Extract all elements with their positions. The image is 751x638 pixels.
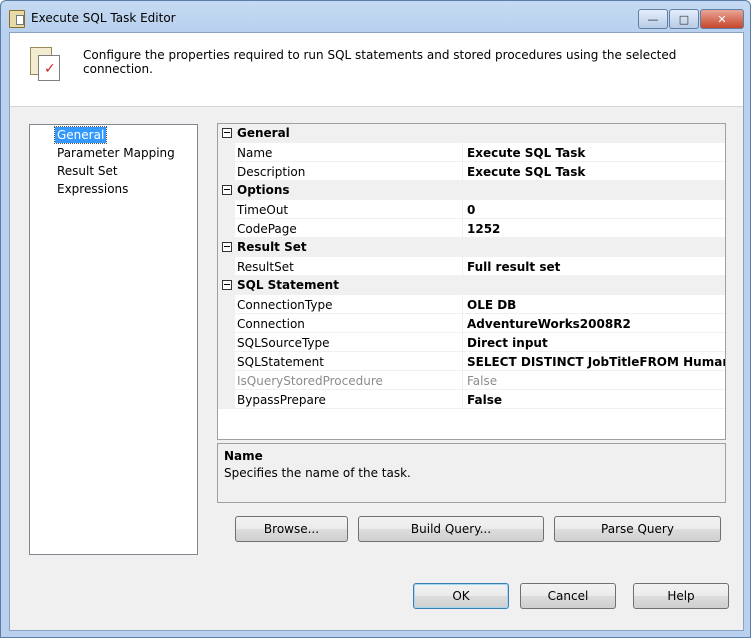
nav-item-parameter-mapping[interactable]: Parameter Mapping <box>55 145 177 161</box>
maximize-button[interactable]: □ <box>669 9 699 29</box>
help-button[interactable]: Help <box>633 583 729 609</box>
description-text: Specifies the name of the task. <box>224 466 411 480</box>
description-title: Name <box>224 449 263 463</box>
property-name: BypassPrepare <box>237 393 326 407</box>
cancel-button[interactable]: Cancel <box>520 583 616 609</box>
property-row-name[interactable]: Name Execute SQL Task <box>218 143 725 162</box>
property-value[interactable]: 1252 <box>467 222 500 236</box>
property-value[interactable]: OLE DB <box>467 298 516 312</box>
property-row-bypassprepare[interactable]: BypassPrepare False <box>218 390 725 409</box>
property-value[interactable]: 0 <box>467 203 475 217</box>
property-row-resultset[interactable]: ResultSet Full result set <box>218 257 725 276</box>
header-panel: ✓ Configure the properties required to r… <box>10 33 743 107</box>
category-label: SQL Statement <box>237 278 339 292</box>
minimize-button[interactable]: — <box>638 9 668 29</box>
category-label: Result Set <box>237 240 307 254</box>
property-value[interactable]: Full result set <box>467 260 560 274</box>
property-row-timeout[interactable]: TimeOut 0 <box>218 200 725 219</box>
nav-item-general[interactable]: General <box>53 126 108 144</box>
property-value[interactable]: Execute SQL Task <box>467 146 585 160</box>
page-navigation-list: General Parameter Mapping Result Set Exp… <box>29 124 198 555</box>
nav-item-result-set[interactable]: Result Set <box>55 163 120 179</box>
collapse-icon[interactable] <box>222 242 232 252</box>
property-name: ResultSet <box>237 260 294 274</box>
task-editor-icon <box>9 10 25 28</box>
property-name: Name <box>237 146 273 160</box>
browse-button[interactable]: Browse... <box>235 516 348 542</box>
property-name: IsQueryStoredProcedure <box>237 374 383 388</box>
execute-sql-task-icon: ✓ <box>30 47 60 81</box>
ok-button[interactable]: OK <box>413 583 509 609</box>
title-bar[interactable]: Execute SQL Task Editor — □ ✕ <box>1 1 750 33</box>
close-button[interactable]: ✕ <box>700 9 744 29</box>
property-description-panel: Name Specifies the name of the task. <box>217 443 726 503</box>
category-label: Options <box>237 183 290 197</box>
property-value: False <box>467 374 498 388</box>
dialog-client: ✓ Configure the properties required to r… <box>9 32 744 631</box>
build-query-button[interactable]: Build Query... <box>358 516 544 542</box>
parse-query-button[interactable]: Parse Query <box>554 516 721 542</box>
property-row-description[interactable]: Description Execute SQL Task <box>218 162 725 181</box>
property-row-connection[interactable]: Connection AdventureWorks2008R2 <box>218 314 725 333</box>
category-result-set: Result Set <box>218 238 725 257</box>
property-value[interactable]: Execute SQL Task <box>467 165 585 179</box>
property-name: CodePage <box>237 222 297 236</box>
collapse-icon[interactable] <box>222 280 232 290</box>
property-row-connectiontype[interactable]: ConnectionType OLE DB <box>218 295 725 314</box>
property-value[interactable]: False <box>467 393 502 407</box>
property-name: ConnectionType <box>237 298 333 312</box>
category-general: General <box>218 124 725 143</box>
property-name: SQLSourceType <box>237 336 330 350</box>
collapse-icon[interactable] <box>222 185 232 195</box>
category-label: General <box>237 126 290 140</box>
property-value[interactable]: Direct input <box>467 336 548 350</box>
header-description: Configure the properties required to run… <box>83 48 677 76</box>
dialog-window: Execute SQL Task Editor — □ ✕ ✓ Configur… <box>0 0 751 638</box>
category-options: Options <box>218 181 725 200</box>
property-value[interactable]: AdventureWorks2008R2 <box>467 317 631 331</box>
category-sql-statement: SQL Statement <box>218 276 725 295</box>
property-name: SQLStatement <box>237 355 324 369</box>
property-row-codepage[interactable]: CodePage 1252 <box>218 219 725 238</box>
property-grid: General Name Execute SQL Task Descriptio… <box>217 123 726 440</box>
window-title: Execute SQL Task Editor <box>31 11 176 25</box>
property-value[interactable]: SELECT DISTINCT JobTitleFROM HumanResour <box>467 355 725 369</box>
nav-item-expressions[interactable]: Expressions <box>55 181 130 197</box>
property-name: Connection <box>237 317 305 331</box>
property-name: Description <box>237 165 306 179</box>
property-name: TimeOut <box>237 203 289 217</box>
property-row-sqlsourcetype[interactable]: SQLSourceType Direct input <box>218 333 725 352</box>
property-row-isquerystoredprocedure: IsQueryStoredProcedure False <box>218 371 725 390</box>
caption-buttons: — □ ✕ <box>637 9 744 29</box>
collapse-icon[interactable] <box>222 128 232 138</box>
property-row-sqlstatement[interactable]: SQLStatement SELECT DISTINCT JobTitleFRO… <box>218 352 725 371</box>
